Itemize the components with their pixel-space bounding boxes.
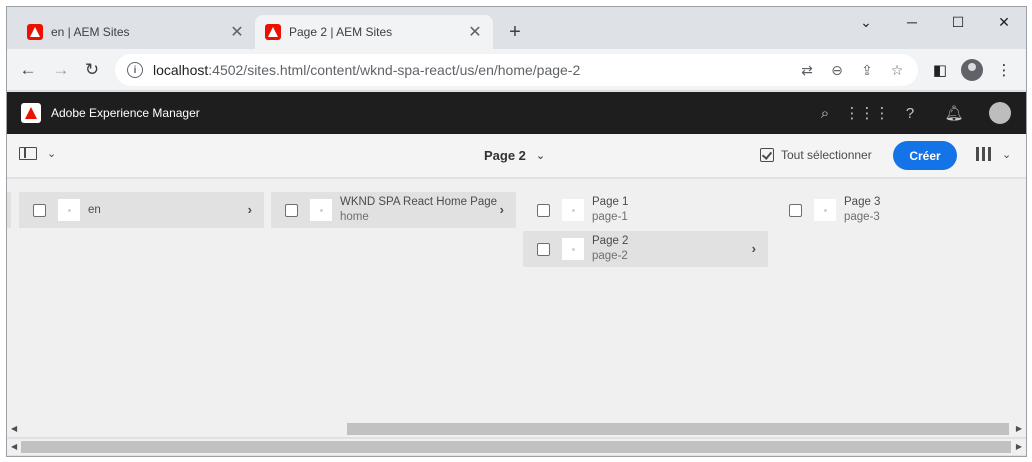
browser-menu-icon[interactable]: ⋮ <box>991 57 1017 83</box>
item-name: page-3 <box>844 211 880 223</box>
tab-search-chevron-icon[interactable]: ⌄ <box>843 7 889 37</box>
search-icon[interactable]: ⌕ <box>814 102 836 124</box>
adobe-favicon-icon <box>27 24 43 40</box>
help-icon[interactable]: ? <box>899 102 921 124</box>
scroll-right-icon[interactable]: ▶ <box>1016 424 1022 433</box>
side-rail-icon <box>19 147 37 160</box>
item-title: en <box>88 203 101 216</box>
chevron-down-icon: ⌄ <box>1002 148 1012 161</box>
browser-toolbar: ← → ↻ i localhost:4502/sites.html/conten… <box>7 49 1026 91</box>
scrollbar-thumb[interactable] <box>21 441 1011 453</box>
share-icon[interactable]: ⇪ <box>852 57 882 83</box>
page-thumbnail <box>58 199 80 221</box>
chevron-down-icon: ⌄ <box>47 148 57 160</box>
item-name: home <box>340 211 369 223</box>
column-item-page-3[interactable]: Page 3 page-3 <box>775 192 1020 228</box>
close-tab-icon[interactable]: ✕ <box>227 22 247 42</box>
close-window-button[interactable]: ✕ <box>981 7 1026 37</box>
close-tab-icon[interactable]: ✕ <box>465 22 485 42</box>
tab-title: Page 2 | AEM Sites <box>289 25 393 39</box>
site-info-icon[interactable]: i <box>127 62 143 78</box>
adobe-logo-icon[interactable] <box>21 103 41 123</box>
maximize-button[interactable]: ☐ <box>935 7 981 37</box>
url-text[interactable]: localhost:4502/sites.html/content/wknd-s… <box>153 62 792 78</box>
column-item-home[interactable]: WKND SPA React Home Page home › <box>271 192 516 228</box>
item-checkbox[interactable] <box>789 203 802 217</box>
minimize-button[interactable]: ─ <box>889 7 935 37</box>
item-name: page-2 <box>592 250 628 262</box>
page-thumbnail <box>814 199 836 221</box>
profile-button[interactable] <box>959 57 985 83</box>
item-title: Page 3 <box>844 196 881 208</box>
view-switcher-button[interactable]: ⌄ <box>976 147 1011 161</box>
item-title: Page 2 <box>592 235 629 247</box>
aem-shell-header: Adobe Experience Manager ⌕ ⋮⋮⋮ ? 🔔︎ <box>7 92 1026 134</box>
solutions-grid-icon[interactable]: ⋮⋮⋮ <box>845 102 890 124</box>
tab-strip: en | AEM Sites ✕ Page 2 | AEM Sites ✕ + … <box>7 7 1026 49</box>
action-bar: ⌄ Page 2 ⌄ Tout sélectionner Créer ⌄ <box>7 134 1026 178</box>
profile-avatar-icon <box>961 59 983 81</box>
tab-title: en | AEM Sites <box>51 25 130 39</box>
scroll-right-icon[interactable]: ▶ <box>1016 442 1022 451</box>
column-view-horizontal-scrollbar[interactable]: ◀ ▶ <box>7 421 1026 437</box>
select-all-button[interactable]: Tout sélectionner <box>760 148 872 162</box>
user-avatar-button[interactable] <box>989 102 1011 124</box>
select-all-checkbox-icon <box>760 148 774 162</box>
item-checkbox[interactable] <box>537 242 550 256</box>
column-view: en › WKND SPA React Home Page home › Pag… <box>7 179 1026 425</box>
product-name[interactable]: Adobe Experience Manager <box>51 106 200 120</box>
item-checkbox[interactable] <box>537 203 550 217</box>
avatar <box>989 102 1011 124</box>
chevron-down-icon: ⌄ <box>535 150 546 162</box>
tab-en-aem-sites[interactable]: en | AEM Sites ✕ <box>17 15 255 49</box>
scroll-left-icon[interactable]: ◀ <box>11 424 17 433</box>
previous-column-edge <box>7 192 11 228</box>
column-view-icon <box>976 147 992 161</box>
new-tab-button[interactable]: + <box>503 20 527 44</box>
page-title: Page 2 <box>484 148 526 163</box>
rail-toggle-button[interactable]: ⌄ <box>19 147 56 160</box>
address-bar[interactable]: i localhost:4502/sites.html/content/wknd… <box>115 54 918 86</box>
notifications-bell-icon[interactable]: 🔔︎ <box>943 102 965 124</box>
column-item-page-1[interactable]: Page 1 page-1 <box>523 192 768 228</box>
chevron-right-icon: › <box>247 202 252 217</box>
zoom-icon[interactable]: ⊖ <box>822 57 852 83</box>
back-button[interactable]: ← <box>15 57 41 83</box>
browser-window: en | AEM Sites ✕ Page 2 | AEM Sites ✕ + … <box>6 6 1027 457</box>
select-all-label: Tout sélectionner <box>781 148 872 162</box>
adobe-favicon-icon <box>265 24 281 40</box>
translate-icon[interactable]: ⇄ <box>792 57 822 83</box>
page-thumbnail <box>562 238 584 260</box>
bookmark-star-icon[interactable]: ☆ <box>882 57 912 83</box>
item-checkbox[interactable] <box>33 203 46 217</box>
item-title: Page 1 <box>592 196 629 208</box>
scrollbar-thumb[interactable] <box>347 423 1009 435</box>
column-item-en[interactable]: en › <box>19 192 264 228</box>
create-button[interactable]: Créer <box>893 141 957 170</box>
page-horizontal-scrollbar[interactable]: ◀ ▶ <box>7 439 1026 455</box>
side-panel-icon[interactable]: ◧ <box>927 57 953 83</box>
breadcrumb[interactable]: Page 2 ⌄ <box>484 148 545 163</box>
column-item-page-2[interactable]: Page 2 page-2 › <box>523 231 768 267</box>
item-name: page-1 <box>592 211 628 223</box>
chevron-right-icon: › <box>499 202 504 217</box>
reload-button[interactable]: ↻ <box>79 57 105 83</box>
page-thumbnail <box>562 199 584 221</box>
tab-page-2-aem-sites[interactable]: Page 2 | AEM Sites ✕ <box>255 15 493 49</box>
page-thumbnail <box>310 199 332 221</box>
item-checkbox[interactable] <box>285 203 298 217</box>
forward-button[interactable]: → <box>48 57 74 83</box>
chevron-right-icon: › <box>751 241 756 256</box>
scroll-left-icon[interactable]: ◀ <box>11 442 17 451</box>
item-title: WKND SPA React Home Page <box>340 196 498 208</box>
